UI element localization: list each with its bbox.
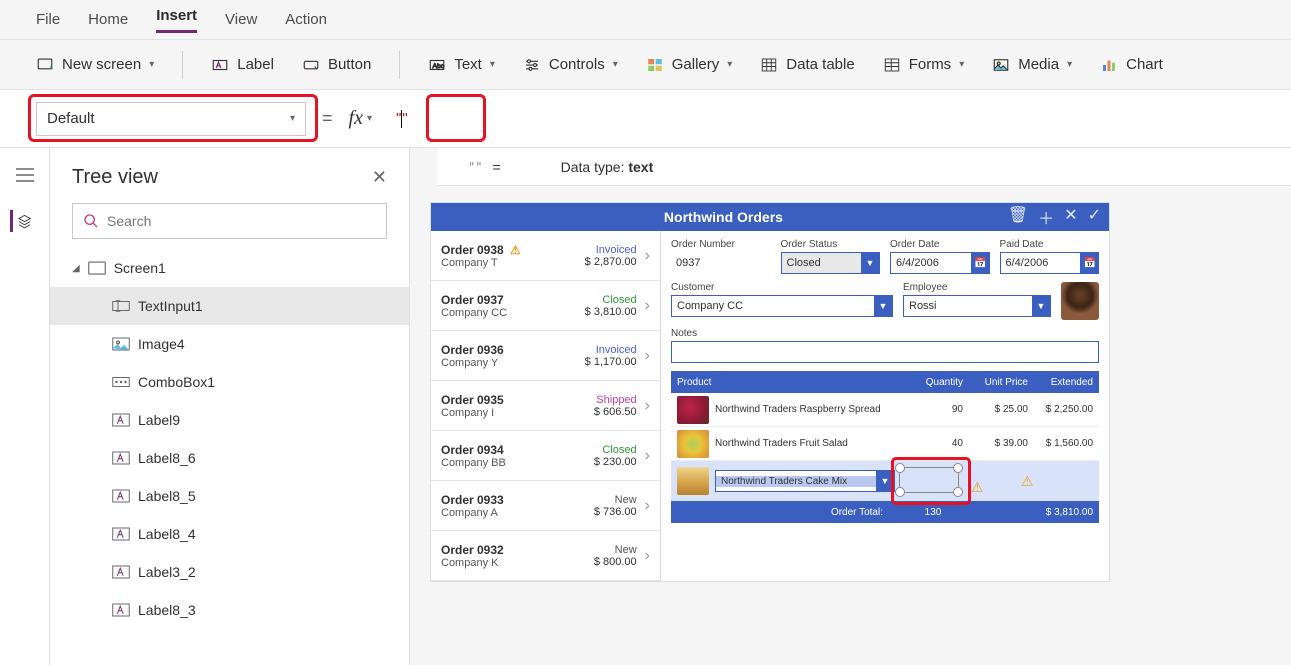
image-icon: [112, 337, 130, 351]
new-product-row: Northwind Traders Cake Mix▼ ⚠ ⚠: [671, 461, 1099, 501]
tree-node-label8-6[interactable]: Label8_6: [50, 439, 409, 477]
delete-icon[interactable]: 🗑: [1008, 205, 1028, 229]
customer-label: Customer: [671, 282, 893, 293]
label-node-icon: [112, 565, 130, 579]
customer-select[interactable]: Company CC▼: [671, 295, 893, 317]
employee-select[interactable]: Rossi▼: [903, 295, 1051, 317]
equals-sign: =: [322, 108, 333, 129]
label-node-icon: [112, 527, 130, 541]
forms-icon: [883, 56, 901, 74]
product-row[interactable]: Northwind Traders Fruit Salad40$ 39.00$ …: [671, 427, 1099, 461]
notes-input[interactable]: [671, 341, 1099, 363]
employee-label: Employee: [903, 282, 1051, 293]
order-row[interactable]: Order 0937Company CCClosed$ 3,810.00›: [431, 281, 660, 331]
tree-node-textinput1[interactable]: TextInput1: [50, 287, 409, 325]
chart-button[interactable]: Chart: [1100, 56, 1163, 74]
svg-text:Abc: Abc: [433, 63, 445, 70]
fx-dropdown[interactable]: ▾: [367, 113, 372, 124]
order-row[interactable]: Order 0932Company KNew$ 800.00›: [431, 531, 660, 581]
tree-search-input[interactable]: [107, 213, 376, 229]
hamburger-icon[interactable]: [14, 164, 36, 186]
label-node-icon: [112, 451, 130, 465]
tree-node-screen1[interactable]: ◢ Screen1: [50, 249, 409, 287]
app-preview: Northwind Orders 🗑 ＋ ✕ ✓ Order 0938 ⚠Com…: [430, 202, 1110, 582]
order-row[interactable]: Order 0934Company BBClosed$ 230.00›: [431, 431, 660, 481]
menu-home[interactable]: Home: [88, 11, 128, 28]
tree-view-title: Tree view: [72, 166, 158, 189]
fx-icon[interactable]: fx: [349, 107, 363, 130]
gallery-button[interactable]: Gallery▾: [646, 56, 733, 74]
textinput-icon: [112, 299, 130, 313]
text-icon: Abc: [428, 56, 446, 74]
formula-info-bar: "" = Data type: text: [438, 148, 1291, 186]
screen-icon: [36, 56, 54, 74]
order-number-value: 0937: [671, 252, 771, 274]
new-product-select[interactable]: Northwind Traders Cake Mix▼: [715, 470, 895, 492]
tree-node-label3-2[interactable]: Label3_2: [50, 553, 409, 591]
media-button[interactable]: Media▾: [992, 56, 1072, 74]
highlight-property-selector: [28, 94, 318, 142]
tree-node-image4[interactable]: Image4: [50, 325, 409, 363]
tree-node-label8-4[interactable]: Label8_4: [50, 515, 409, 553]
new-screen-button[interactable]: New screen▾: [36, 56, 154, 74]
layers-icon[interactable]: [10, 210, 32, 232]
order-status-label: Order Status: [781, 239, 881, 250]
order-date-picker[interactable]: 6/4/2006📅: [890, 252, 990, 274]
cancel-icon[interactable]: ✕: [1064, 205, 1077, 229]
combobox-icon: [112, 375, 130, 389]
button-icon: [302, 56, 320, 74]
label-button[interactable]: Label: [211, 56, 274, 74]
menu-file[interactable]: File: [36, 11, 60, 28]
notes-label: Notes: [671, 328, 1099, 339]
product-row[interactable]: Northwind Traders Raspberry Spread90$ 25…: [671, 393, 1099, 427]
label-icon: [211, 56, 229, 74]
menu-action[interactable]: Action: [285, 11, 327, 28]
order-row[interactable]: Order 0935Company IShipped$ 606.50›: [431, 381, 660, 431]
search-icon: [83, 213, 99, 229]
highlight-formula-input: [426, 94, 486, 142]
highlight-quantity-input: [891, 457, 971, 505]
order-row[interactable]: Order 0933Company ANew$ 736.00›: [431, 481, 660, 531]
product-header: Product Quantity Unit Price Extended: [671, 371, 1099, 393]
media-icon: [992, 56, 1010, 74]
app-title: Northwind Orders: [439, 209, 1008, 225]
data-table-button[interactable]: Data table: [760, 56, 854, 74]
table-icon: [760, 56, 778, 74]
order-status-select[interactable]: Closed▼: [781, 252, 881, 274]
controls-icon: [523, 56, 541, 74]
confirm-icon[interactable]: ✓: [1088, 205, 1101, 229]
close-tree-button[interactable]: ✕: [372, 167, 387, 188]
label-node-icon: [112, 413, 130, 427]
cake-image: [677, 467, 709, 495]
order-date-label: Order Date: [890, 239, 990, 250]
tree-node-label9[interactable]: Label9: [50, 401, 409, 439]
text-button[interactable]: Abc Text▾: [428, 56, 495, 74]
button-button[interactable]: Button: [302, 56, 371, 74]
label-node-icon: [112, 603, 130, 617]
paid-date-label: Paid Date: [1000, 239, 1100, 250]
warning-icon: ⚠: [971, 479, 984, 496]
label-node-icon: [112, 489, 130, 503]
order-row[interactable]: Order 0938 ⚠Company TInvoiced$ 2,870.00›: [431, 231, 660, 281]
tree-node-label8-5[interactable]: Label8_5: [50, 477, 409, 515]
order-number-label: Order Number: [671, 239, 771, 250]
forms-button[interactable]: Forms▾: [883, 56, 965, 74]
paid-date-picker[interactable]: 6/4/2006📅: [1000, 252, 1100, 274]
chart-icon: [1100, 56, 1118, 74]
menu-insert[interactable]: Insert: [156, 7, 197, 33]
menu-view[interactable]: View: [225, 11, 257, 28]
employee-avatar: [1061, 282, 1099, 320]
gallery-icon: [646, 56, 664, 74]
screen-icon: [88, 261, 106, 275]
order-total-row: Order Total: 130 $ 3,810.00: [671, 501, 1099, 523]
tree-node-combobox1[interactable]: ComboBox1: [50, 363, 409, 401]
add-icon[interactable]: ＋: [1038, 205, 1054, 229]
controls-button[interactable]: Controls▾: [523, 56, 618, 74]
warning-icon: ⚠: [1021, 473, 1034, 490]
tree-search[interactable]: [72, 203, 387, 239]
order-row[interactable]: Order 0936Company YInvoiced$ 1,170.00›: [431, 331, 660, 381]
tree-node-label8-3[interactable]: Label8_3: [50, 591, 409, 629]
orders-gallery[interactable]: Order 0938 ⚠Company TInvoiced$ 2,870.00›…: [431, 231, 661, 581]
